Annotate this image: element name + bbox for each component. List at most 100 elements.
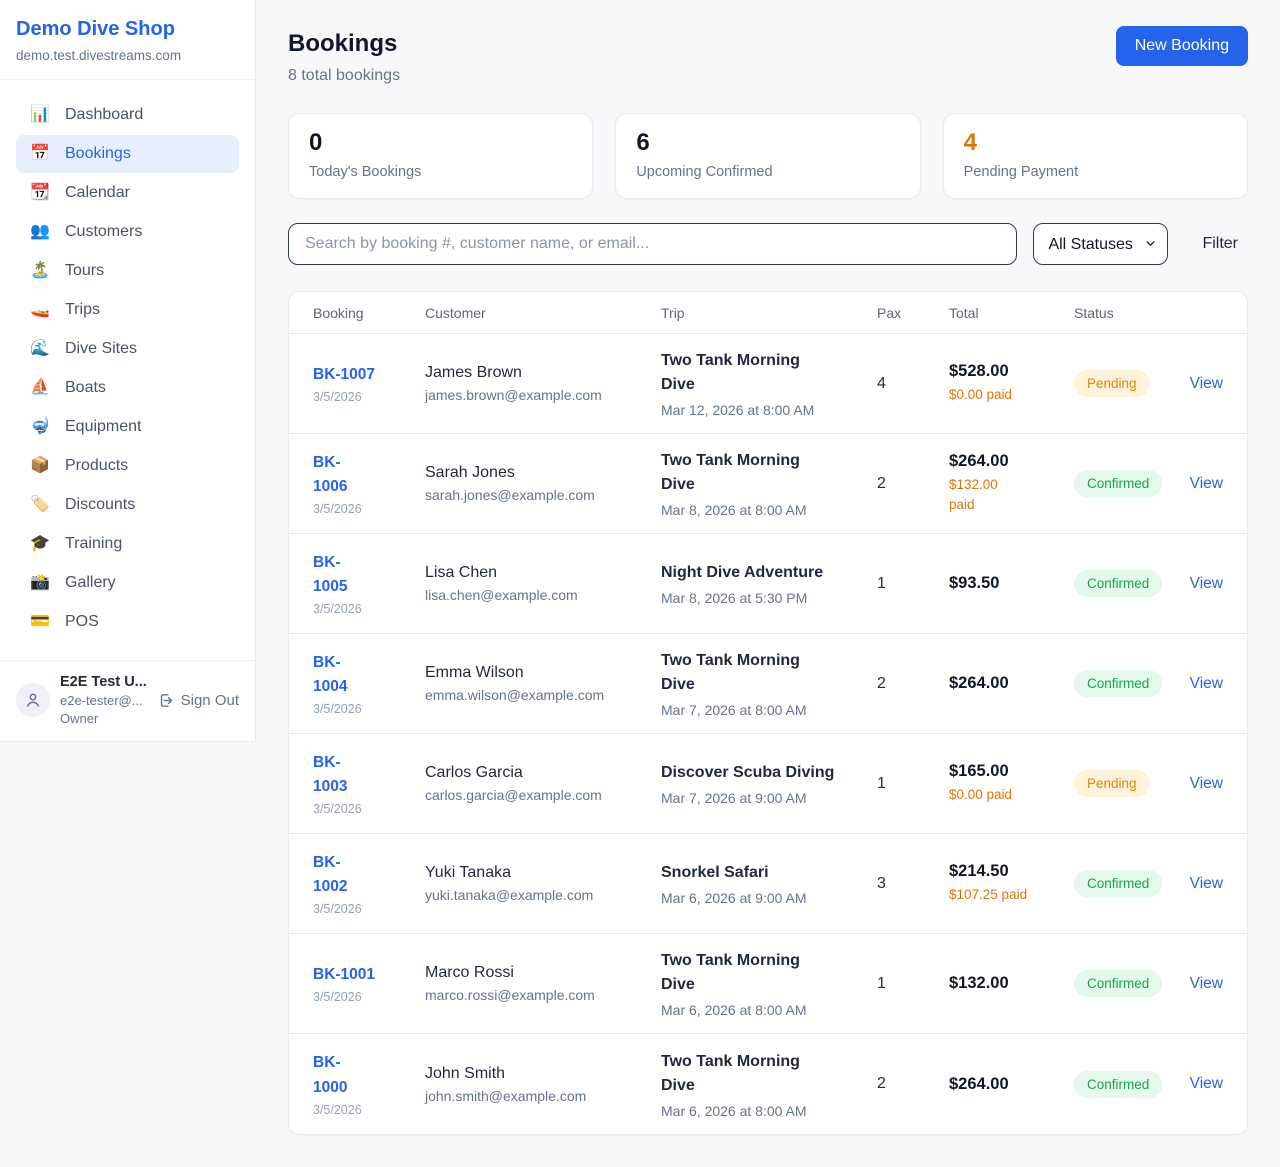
user-email: e2e-tester@... <box>60 693 148 708</box>
view-link[interactable]: View <box>1190 675 1223 693</box>
sidebar-item-label: Dive Sites <box>65 340 137 358</box>
booking-id-link[interactable]: BK-1000 <box>313 1051 347 1099</box>
sidebar-item-trips[interactable]: 🚤Trips <box>16 291 239 329</box>
filter-button[interactable]: Filter <box>1192 229 1248 259</box>
booking-date: 3/5/2026 <box>313 902 425 916</box>
status-select-wrap: All Statuses <box>1033 223 1168 265</box>
booking-id-link[interactable]: BK-1003 <box>313 751 347 799</box>
pax-cell: 2 <box>877 475 949 493</box>
customer-name: Sarah Jones <box>425 464 661 482</box>
booking-id-link[interactable]: BK-1001 <box>313 963 425 987</box>
customer-email: carlos.garcia@example.com <box>425 787 661 803</box>
status-badge: Confirmed <box>1074 470 1162 497</box>
table-row: BK-1006 3/5/2026 Sarah Jones sarah.jones… <box>289 434 1247 534</box>
view-link[interactable]: View <box>1190 475 1223 493</box>
booking-cell: BK-1003 3/5/2026 <box>313 751 425 816</box>
view-link[interactable]: View <box>1190 875 1223 893</box>
booking-id-link[interactable]: BK-1004 <box>313 651 347 699</box>
trip-name: Night Dive Adventure <box>661 561 837 585</box>
trip-cell: Two Tank Morning Dive Mar 7, 2026 at 8:0… <box>661 649 877 718</box>
total-cell: $165.00 $0.00 paid <box>949 762 1074 805</box>
stat-label: Upcoming Confirmed <box>636 164 899 180</box>
trip-cell: Discover Scuba Diving Mar 7, 2026 at 9:0… <box>661 761 877 806</box>
brand-name[interactable]: Demo Dive Shop <box>16 18 239 41</box>
page-title: Bookings <box>288 30 400 58</box>
trip-datetime: Mar 12, 2026 at 8:00 AM <box>661 402 877 418</box>
sidebar-item-dashboard[interactable]: 📊Dashboard <box>16 96 239 134</box>
customer-cell: James Brown james.brown@example.com <box>425 364 661 403</box>
booking-id-link[interactable]: BK-1007 <box>313 363 425 387</box>
status-badge: Confirmed <box>1074 870 1162 897</box>
stat-label: Pending Payment <box>964 164 1227 180</box>
sidebar-item-discounts[interactable]: 🏷️Discounts <box>16 486 239 524</box>
view-link[interactable]: View <box>1190 975 1223 993</box>
status-cell: Pending <box>1074 370 1184 397</box>
customer-cell: Carlos Garcia carlos.garcia@example.com <box>425 764 661 803</box>
booking-id-link[interactable]: BK-1002 <box>313 851 347 899</box>
sidebar-item-calendar[interactable]: 📆Calendar <box>16 174 239 212</box>
status-badge: Confirmed <box>1074 670 1162 697</box>
trip-cell: Night Dive Adventure Mar 8, 2026 at 5:30… <box>661 561 877 606</box>
customer-email: yuki.tanaka@example.com <box>425 887 661 903</box>
sidebar-item-tours[interactable]: 🏝️ Tours <box>16 252 239 290</box>
new-booking-button[interactable]: New Booking <box>1116 26 1248 66</box>
sidebar-item-bookings[interactable]: 📅Bookings <box>16 135 239 173</box>
column-header-booking: Booking <box>313 305 425 321</box>
booking-cell: BK-1004 3/5/2026 <box>313 651 425 716</box>
sidebar-item-equipment[interactable]: 🤿Equipment <box>16 408 239 446</box>
sidebar-item-label: Bookings <box>65 145 131 163</box>
booking-date: 3/5/2026 <box>313 802 425 816</box>
trip-datetime: Mar 6, 2026 at 8:00 AM <box>661 1002 877 1018</box>
sidebar-nav: 📊Dashboard📅Bookings📆Calendar👥Customers🏝️… <box>0 80 255 652</box>
status-select[interactable]: All Statuses <box>1033 223 1168 265</box>
status-badge: Pending <box>1074 370 1150 397</box>
booking-date: 3/5/2026 <box>313 990 425 1004</box>
column-header-pax: Pax <box>877 305 949 321</box>
bar-chart-icon: 📊 <box>30 107 50 123</box>
total-cell: $93.50 <box>949 574 1074 593</box>
booking-date: 3/5/2026 <box>313 502 425 516</box>
status-cell: Confirmed <box>1074 470 1184 497</box>
booking-id-link[interactable]: BK-1005 <box>313 551 347 599</box>
view-link[interactable]: View <box>1190 775 1223 793</box>
sidebar-item-dive-sites[interactable]: 🌊Dive Sites <box>16 330 239 368</box>
customer-name: John Smith <box>425 1065 661 1083</box>
paid-amount: $107.25 paid <box>949 885 1074 905</box>
booking-date: 3/5/2026 <box>313 702 425 716</box>
page-subtitle: 8 total bookings <box>288 67 400 85</box>
view-link[interactable]: View <box>1190 375 1223 393</box>
booking-id-link[interactable]: BK-1006 <box>313 451 347 499</box>
view-link[interactable]: View <box>1190 1075 1223 1093</box>
sidebar-item-label: Trips <box>65 301 100 319</box>
trip-datetime: Mar 7, 2026 at 8:00 AM <box>661 702 877 718</box>
app-root: Demo Dive Shop demo.test.divestreams.com… <box>0 0 1280 1167</box>
pax-cell: 2 <box>877 675 949 693</box>
sidebar-item-customers[interactable]: 👥Customers <box>16 213 239 251</box>
sign-out-label: Sign Out <box>181 692 239 709</box>
sidebar-item-label: Equipment <box>65 418 142 436</box>
sidebar-item-label: Tours <box>65 262 104 280</box>
sidebar-item-training[interactable]: 🎓Training <box>16 525 239 563</box>
sidebar-item-gallery[interactable]: 📸Gallery <box>16 564 239 602</box>
view-link[interactable]: View <box>1190 575 1223 593</box>
sidebar-item-boats[interactable]: ⛵Boats <box>16 369 239 407</box>
trip-datetime: Mar 6, 2026 at 8:00 AM <box>661 1103 877 1119</box>
customer-cell: John Smith john.smith@example.com <box>425 1065 661 1104</box>
sidebar-item-pos[interactable]: 💳POS <box>16 603 239 641</box>
total-amount: $264.00 <box>949 452 1074 471</box>
status-cell: Confirmed <box>1074 870 1184 897</box>
total-amount: $264.00 <box>949 1075 1074 1094</box>
person-icon <box>24 691 42 709</box>
sign-out-icon <box>158 692 175 709</box>
trip-datetime: Mar 7, 2026 at 9:00 AM <box>661 790 877 806</box>
booking-cell: BK-1005 3/5/2026 <box>313 551 425 616</box>
table-row: BK-1007 3/5/2026 James Brown james.brown… <box>289 334 1247 434</box>
tear-off-calendar-icon: 📆 <box>30 185 50 201</box>
island-icon: 🏝️ <box>30 263 50 279</box>
customer-name: James Brown <box>425 364 661 382</box>
sidebar-item-products[interactable]: 📦Products <box>16 447 239 485</box>
search-input[interactable] <box>288 223 1017 265</box>
table-row: BK-1003 3/5/2026 Carlos Garcia carlos.ga… <box>289 734 1247 834</box>
sign-out-button[interactable]: Sign Out <box>158 692 239 709</box>
status-cell: Confirmed <box>1074 670 1184 697</box>
